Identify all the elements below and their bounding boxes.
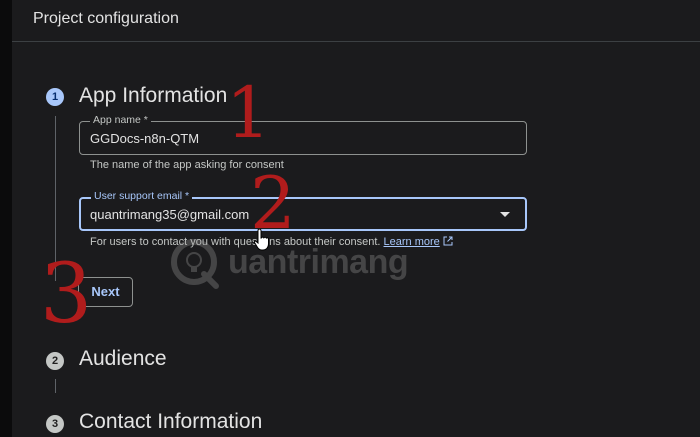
- step-2-connector: [55, 379, 56, 393]
- user-support-email-select[interactable]: User support email * quantrimang35@gmail…: [79, 190, 527, 231]
- support-email-value[interactable]: quantrimang35@gmail.com: [90, 207, 249, 222]
- panel-title: Project configuration: [33, 10, 179, 27]
- chevron-down-icon[interactable]: [500, 212, 510, 217]
- step-2-title[interactable]: Audience: [79, 347, 167, 371]
- app-name-label: App name *: [90, 114, 151, 126]
- hand-pointer-icon: [253, 229, 269, 251]
- lightbulb-q-logo: [171, 239, 219, 289]
- annotation-number-3: 3: [40, 247, 93, 342]
- quantrimang-watermark: uantrimang: [170, 238, 409, 290]
- external-link-icon[interactable]: [443, 236, 453, 246]
- annotation-number-1: 1: [226, 72, 271, 154]
- app-name-field[interactable]: App name * GGDocs-n8n-QTM: [79, 114, 527, 155]
- step-2-indicator: 2: [46, 352, 64, 370]
- step-1-indicator: 1: [46, 88, 64, 106]
- support-email-label: User support email *: [91, 190, 193, 202]
- panel-header: Project configuration: [12, 0, 700, 42]
- step-3-title[interactable]: Contact Information: [79, 410, 262, 434]
- left-sidebar-edge: [0, 0, 12, 437]
- step-3-indicator: 3: [46, 415, 64, 433]
- step-1-title[interactable]: App Information: [79, 84, 227, 108]
- app-name-input[interactable]: GGDocs-n8n-QTM: [90, 131, 199, 146]
